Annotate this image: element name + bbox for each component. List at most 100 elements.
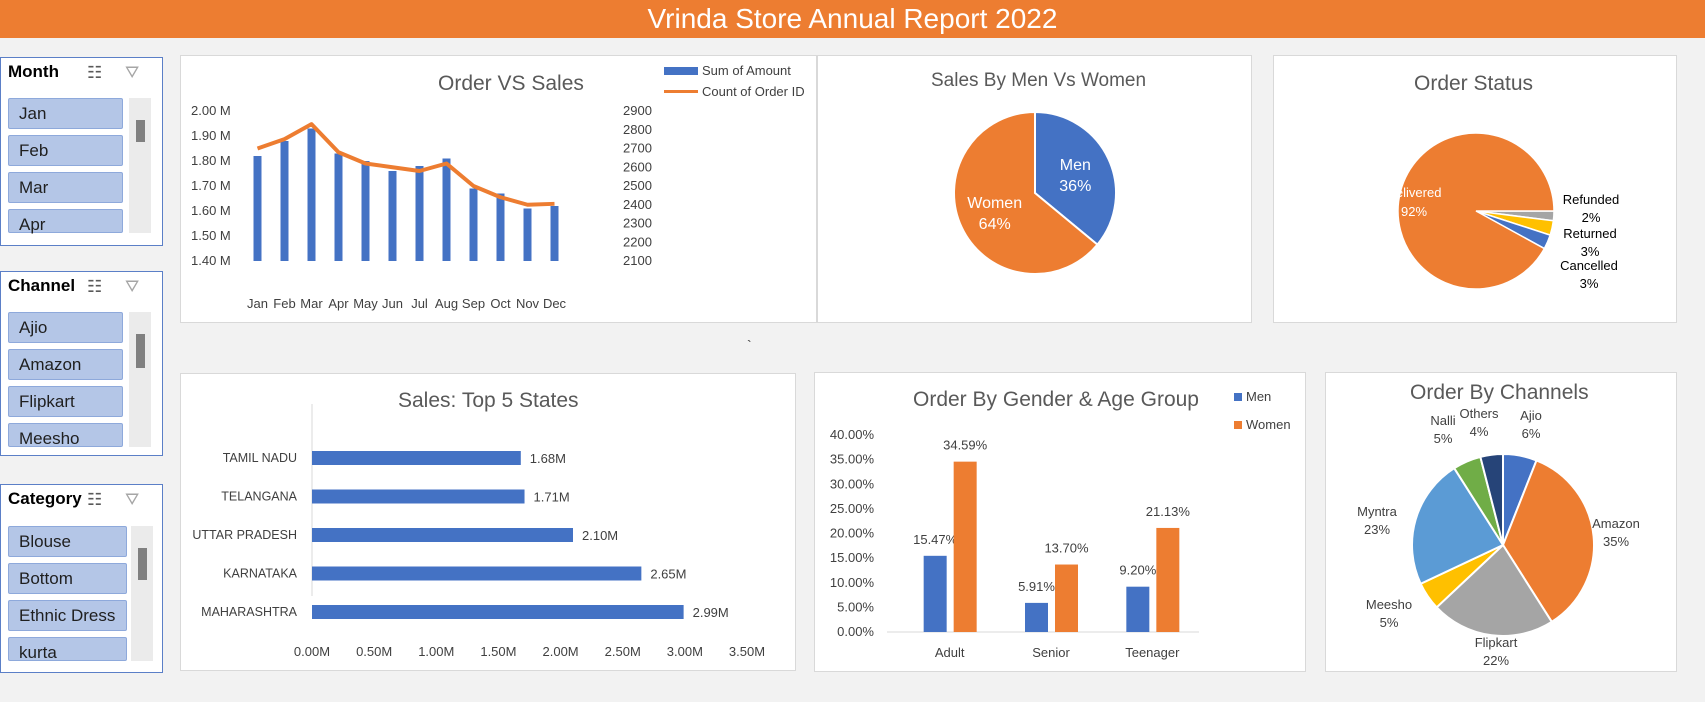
order-status-pie: Delivered92%Refunded2%Returned3%Cancelle… bbox=[1387, 132, 1619, 291]
pie-label-category: Men bbox=[1060, 157, 1091, 174]
slicer-item-jan[interactable]: Jan bbox=[8, 98, 123, 129]
data-label: 13.70% bbox=[1044, 541, 1089, 556]
data-label: 2.65M bbox=[650, 567, 686, 582]
pie-label-value: 6% bbox=[1522, 426, 1541, 441]
y-right-tick-label: 2200 bbox=[623, 234, 652, 249]
clear-filter-icon[interactable]: ⛛ bbox=[125, 277, 139, 297]
slicer-item-meesho[interactable]: Meesho bbox=[8, 423, 123, 448]
slicer-scrollbar[interactable] bbox=[129, 98, 151, 233]
slicer-scrollbar[interactable] bbox=[129, 312, 151, 447]
y-right-tick-label: 2500 bbox=[623, 178, 652, 193]
pie-label-category: Cancelled bbox=[1560, 258, 1618, 273]
y-tick-label: TELANGANA bbox=[221, 490, 297, 504]
y-tick-label: TAMIL NADU bbox=[223, 451, 297, 465]
y-right-tick-label: 2600 bbox=[623, 159, 652, 174]
x-tick-label: Oct bbox=[490, 296, 511, 311]
x-tick-label: Dec bbox=[543, 296, 567, 311]
legend-label-women: Women bbox=[1246, 417, 1291, 432]
channel-slicer[interactable]: Channel ☷ ⛛ Ajio Amazon Flipkart Meesho bbox=[0, 271, 163, 456]
data-label: 1.68M bbox=[530, 451, 566, 466]
pie-label-category: Amazon bbox=[1592, 516, 1640, 531]
legend-swatch-orders bbox=[664, 90, 698, 93]
y-left-tick-label: 1.70 M bbox=[191, 178, 231, 193]
y-tick-label: 5.00% bbox=[837, 599, 874, 614]
pie-label-value: 23% bbox=[1364, 522, 1390, 537]
x-tick-label: 2.50M bbox=[605, 644, 641, 659]
slicer-item-ajio[interactable]: Ajio bbox=[8, 312, 123, 343]
state-bar bbox=[312, 489, 525, 504]
multi-select-icon[interactable]: ☷ bbox=[87, 277, 102, 297]
x-tick-label: 3.00M bbox=[667, 644, 703, 659]
multi-select-icon[interactable]: ☷ bbox=[87, 63, 102, 83]
y-right-tick-label: 2700 bbox=[623, 141, 652, 156]
state-bar bbox=[312, 566, 642, 581]
order-vs-sales-chart: Sum of Amount Count of Order ID 2.00 M 1.… bbox=[191, 63, 805, 311]
slicer-scrollbar[interactable] bbox=[131, 526, 153, 661]
x-tick-label: Jul bbox=[411, 296, 428, 311]
pie-label-category: Ajio bbox=[1520, 408, 1542, 423]
pie-label-category: Meesho bbox=[1366, 597, 1412, 612]
slicer-item-flipkart[interactable]: Flipkart bbox=[8, 386, 123, 417]
legend-label-amount: Sum of Amount bbox=[702, 63, 791, 78]
clear-filter-icon[interactable]: ⛛ bbox=[125, 63, 139, 83]
slicer-item-feb[interactable]: Feb bbox=[8, 135, 123, 166]
y-right-tick-label: 2300 bbox=[623, 216, 652, 231]
y-right-tick-label: 2100 bbox=[623, 253, 652, 268]
slicer-item-mar[interactable]: Mar bbox=[8, 172, 123, 203]
pie-label-value: 36% bbox=[1059, 178, 1091, 195]
gender-bar-women bbox=[1055, 564, 1078, 632]
state-bar bbox=[312, 528, 573, 542]
clear-filter-icon[interactable]: ⛛ bbox=[125, 490, 139, 510]
y-tick-label: 30.00% bbox=[830, 476, 875, 491]
amount-bar bbox=[415, 166, 424, 261]
y-left-tick-label: 1.60 M bbox=[191, 203, 231, 218]
data-label: 21.13% bbox=[1146, 504, 1191, 519]
data-label: 2.10M bbox=[582, 528, 618, 543]
slicer-item-apr[interactable]: Apr bbox=[8, 209, 123, 234]
amount-bar bbox=[469, 188, 478, 261]
data-label: 15.47% bbox=[913, 532, 958, 547]
slicer-title: Channel bbox=[8, 276, 76, 295]
pie-label-category: Others bbox=[1459, 406, 1499, 421]
slicer-item-amazon[interactable]: Amazon bbox=[8, 349, 123, 380]
x-tick-label: 0.00M bbox=[294, 644, 330, 659]
data-label: 5.91% bbox=[1018, 579, 1055, 594]
stray-mark: ` bbox=[747, 337, 752, 353]
slicer-scroll-thumb[interactable] bbox=[138, 548, 147, 580]
slicer-item-ethnic-dress[interactable]: Ethnic Dress bbox=[8, 600, 127, 631]
pie-label-value: 3% bbox=[1580, 276, 1599, 291]
x-tick-label: Nov bbox=[516, 296, 540, 311]
gender-bar-men bbox=[923, 555, 947, 632]
y-tick-label: 40.00% bbox=[830, 427, 875, 442]
amount-bar bbox=[361, 161, 370, 261]
x-tick-label: Jan bbox=[247, 296, 268, 311]
y-left-tick-label: 1.80 M bbox=[191, 153, 231, 168]
slicer-title: Category bbox=[8, 489, 82, 508]
y-tick-label: UTTAR PRADESH bbox=[192, 528, 297, 542]
channels-pie: Ajio 6% Amazon 35% Flipkart 22% Meesho 5% Myntra… bbox=[1357, 406, 1640, 668]
y-tick-label: 10.00% bbox=[830, 575, 875, 590]
multi-select-icon[interactable]: ☷ bbox=[87, 490, 102, 510]
page-title: Vrinda Store Annual Report 2022 bbox=[0, 0, 1705, 38]
slicer-scroll-thumb[interactable] bbox=[136, 334, 145, 368]
legend-swatch-men bbox=[1234, 393, 1242, 401]
channels-panel: Order By Channels Ajio 6% Amazon 35% Flipkar… bbox=[1325, 372, 1677, 672]
pie-label-category: Myntra bbox=[1357, 504, 1398, 519]
gender-bar-women bbox=[953, 461, 977, 632]
pie-label-value: 64% bbox=[979, 216, 1011, 233]
slicer-item-bottom[interactable]: Bottom bbox=[8, 563, 127, 594]
x-tick-label: Adult bbox=[935, 645, 965, 660]
category-slicer[interactable]: Category ☷ ⛛ Blouse Bottom Ethnic Dress … bbox=[0, 484, 163, 673]
x-tick-label: Apr bbox=[328, 296, 349, 311]
pie-label-value: 5% bbox=[1380, 615, 1399, 630]
month-slicer[interactable]: Month ☷ ⛛ Jan Feb Mar Apr bbox=[0, 57, 163, 246]
y-left-tick-label: 2.00 M bbox=[191, 103, 231, 118]
slicer-item-kurta[interactable]: kurta bbox=[8, 637, 127, 662]
pie-label-category: Delivered bbox=[1387, 185, 1442, 200]
state-bar bbox=[312, 451, 521, 465]
state-bar bbox=[312, 605, 684, 619]
slicer-scroll-thumb[interactable] bbox=[136, 120, 145, 142]
gender-bar-women bbox=[1156, 527, 1180, 632]
data-label: 1.71M bbox=[534, 490, 570, 505]
slicer-item-blouse[interactable]: Blouse bbox=[8, 526, 127, 557]
